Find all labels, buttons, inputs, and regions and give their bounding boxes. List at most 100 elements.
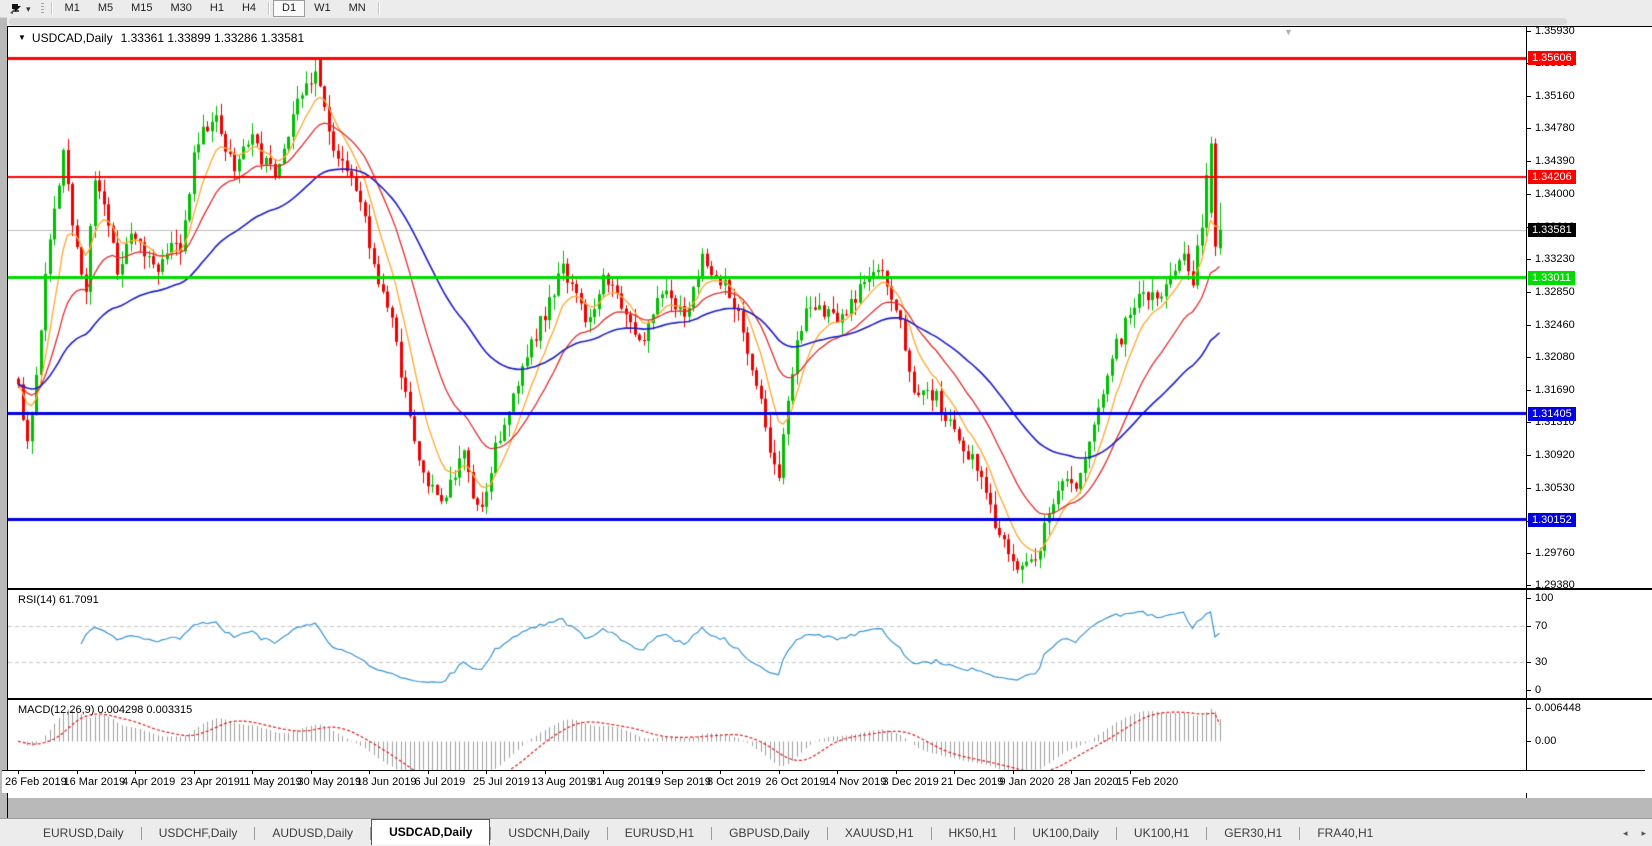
date-tick (428, 771, 429, 774)
date-label: 8 Oct 2019 (707, 776, 761, 788)
mt4-window: ▾ M1M5M15M30H1H4 D1W1MN ▼ ▼ USDCAD,Daily … (0, 0, 1652, 846)
date-tick (18, 771, 19, 774)
chart-title: ▼ USDCAD,Daily 1.33361 1.33899 1.33286 1… (18, 31, 304, 45)
tab-eurusd-daily[interactable]: EURUSD,Daily (26, 822, 141, 844)
timeframe-h1[interactable]: H1 (201, 0, 233, 17)
date-label: 26 Feb 2019 (5, 776, 67, 788)
date-label: 15 Feb 2020 (1117, 776, 1179, 788)
date-tick (486, 771, 487, 774)
timeframe-h4[interactable]: H4 (233, 0, 265, 17)
date-label: 11 May 2019 (239, 776, 302, 788)
date-tick (194, 771, 195, 774)
price-badge: 1.35606 (1528, 51, 1576, 65)
rsi-tick: 30 (1527, 656, 1547, 668)
date-axis: 26 Feb 201916 Mar 20194 Apr 201923 Apr 2… (2, 770, 1645, 793)
timeframe-m5[interactable]: M5 (89, 0, 122, 17)
date-tick (1071, 771, 1072, 774)
date-label: 6 Jul 2019 (415, 776, 466, 788)
toolbar-separator (51, 2, 53, 15)
date-label: 13 Aug 2019 (532, 776, 594, 788)
rsi-tick: 70 (1527, 620, 1547, 632)
date-label: 3 Dec 2019 (883, 776, 939, 788)
price-badge: 1.34206 (1528, 170, 1576, 184)
tab-usdchf-daily[interactable]: USDCHF,Daily (142, 822, 255, 844)
price-chart-canvas[interactable] (8, 27, 1526, 588)
macd-tick: 0.006448 (1527, 702, 1581, 714)
date-tick (252, 771, 253, 774)
timeframe-m30[interactable]: M30 (162, 0, 201, 17)
timeframes-icon[interactable] (8, 3, 23, 15)
price-axis: 1.359301.355501.351601.347801.343901.340… (1526, 27, 1652, 589)
date-label: 23 Apr 2019 (181, 776, 240, 788)
macd-label: MACD(12,26,9) 0.004298 0.003315 (18, 704, 192, 716)
timeframe-w1[interactable]: W1 (305, 0, 340, 17)
chart-symbol: USDCAD,Daily (32, 31, 113, 45)
date-label: 26 Oct 2019 (766, 776, 826, 788)
toolbar-separator (268, 2, 270, 15)
date-label: 9 Jan 2020 (1000, 776, 1054, 788)
price-tick: 1.34780 (1527, 122, 1575, 134)
tabs-scroll-left-icon[interactable]: ◂ (1623, 828, 1628, 839)
timeframe-m1[interactable]: M1 (56, 0, 89, 17)
price-tick: 1.29760 (1527, 547, 1575, 559)
timeframe-m15[interactable]: M15 (122, 0, 161, 17)
date-tick (77, 771, 78, 774)
tab-usdcad-daily[interactable]: USDCAD,Daily (371, 819, 490, 845)
tab-xauusd-h1[interactable]: XAUUSD,H1 (828, 822, 931, 844)
chart-ohlc-values: 1.33361 1.33899 1.33286 1.33581 (121, 31, 305, 45)
date-label: 25 Jul 2019 (473, 776, 530, 788)
chart-area: ▼ ▼ USDCAD,Daily 1.33361 1.33899 1.33286… (7, 26, 1652, 818)
price-tick: 1.33230 (1527, 253, 1575, 265)
date-tick (896, 771, 897, 774)
tab-audusd-daily[interactable]: AUDUSD,Daily (255, 822, 370, 844)
rsi-tick: 0 (1527, 684, 1541, 696)
rsi-canvas[interactable] (8, 590, 1526, 698)
date-label: 19 Sep 2019 (649, 776, 711, 788)
date-tick (369, 771, 370, 774)
tab-uk100-daily[interactable]: UK100,Daily (1015, 822, 1116, 844)
toolbar: ▾ M1M5M15M30H1H4 D1W1MN (0, 0, 1652, 18)
title-caret-icon: ▼ (18, 33, 26, 43)
tab-eurusd-h1[interactable]: EURUSD,H1 (608, 822, 711, 844)
chart-tabs: EURUSD,DailyUSDCHF,DailyAUDUSD,DailyUSDC… (0, 819, 1390, 846)
toolbar-grip (41, 3, 44, 15)
timeframe-buttons: M1M5M15M30H1H4 D1W1MN (48, 0, 383, 17)
price-tick: 1.30530 (1527, 482, 1575, 494)
timeframes-dropdown-caret[interactable]: ▾ (26, 4, 31, 14)
date-label: 28 Jan 2020 (1058, 776, 1119, 788)
price-tick: 1.35160 (1527, 90, 1575, 102)
tab-fra40-h1[interactable]: FRA40,H1 (1300, 822, 1390, 844)
date-label: 14 Nov 2019 (824, 776, 886, 788)
date-tick (1013, 771, 1014, 774)
price-tick: 1.32080 (1527, 351, 1575, 363)
tab-ger30-h1[interactable]: GER30,H1 (1207, 822, 1299, 844)
date-tick (603, 771, 604, 774)
price-badge: 1.30152 (1528, 513, 1576, 527)
date-label: 31 Aug 2019 (590, 776, 652, 788)
rsi-label: RSI(14) 61.7091 (18, 594, 99, 606)
tab-uk100-h1[interactable]: UK100,H1 (1117, 822, 1206, 844)
date-tick (662, 771, 663, 774)
chart-tabs-bar: EURUSD,DailyUSDCHF,DailyAUDUSD,DailyUSDC… (0, 818, 1652, 846)
chart-scrollbar[interactable] (7, 17, 1652, 26)
date-label: 18 Jun 2019 (356, 776, 417, 788)
tabs-scroll-right-icon[interactable]: ▸ (1641, 828, 1646, 839)
timeframe-mn[interactable]: MN (340, 0, 375, 17)
date-tick (545, 771, 546, 774)
timeframe-d1[interactable]: D1 (273, 0, 305, 17)
macd-tick: 0.00 (1527, 735, 1556, 747)
toolbar-separator (378, 2, 380, 15)
price-badge: 1.33581 (1528, 223, 1576, 237)
date-tick (1130, 771, 1131, 774)
date-tick (311, 771, 312, 774)
price-tick: 1.34000 (1527, 188, 1575, 200)
date-tick (837, 771, 838, 774)
chart-shift-marker: ▼ (1284, 28, 1293, 37)
date-label: 30 May 2019 (298, 776, 362, 788)
price-tick: 1.32460 (1527, 319, 1575, 331)
tab-hk50-h1[interactable]: HK50,H1 (932, 822, 1015, 844)
tab-usdcnh-daily[interactable]: USDCNH,Daily (491, 822, 606, 844)
tab-gbpusd-daily[interactable]: GBPUSD,Daily (712, 822, 827, 844)
chart-scrollbar-thumb[interactable] (9, 18, 1567, 25)
date-tick (135, 771, 136, 774)
